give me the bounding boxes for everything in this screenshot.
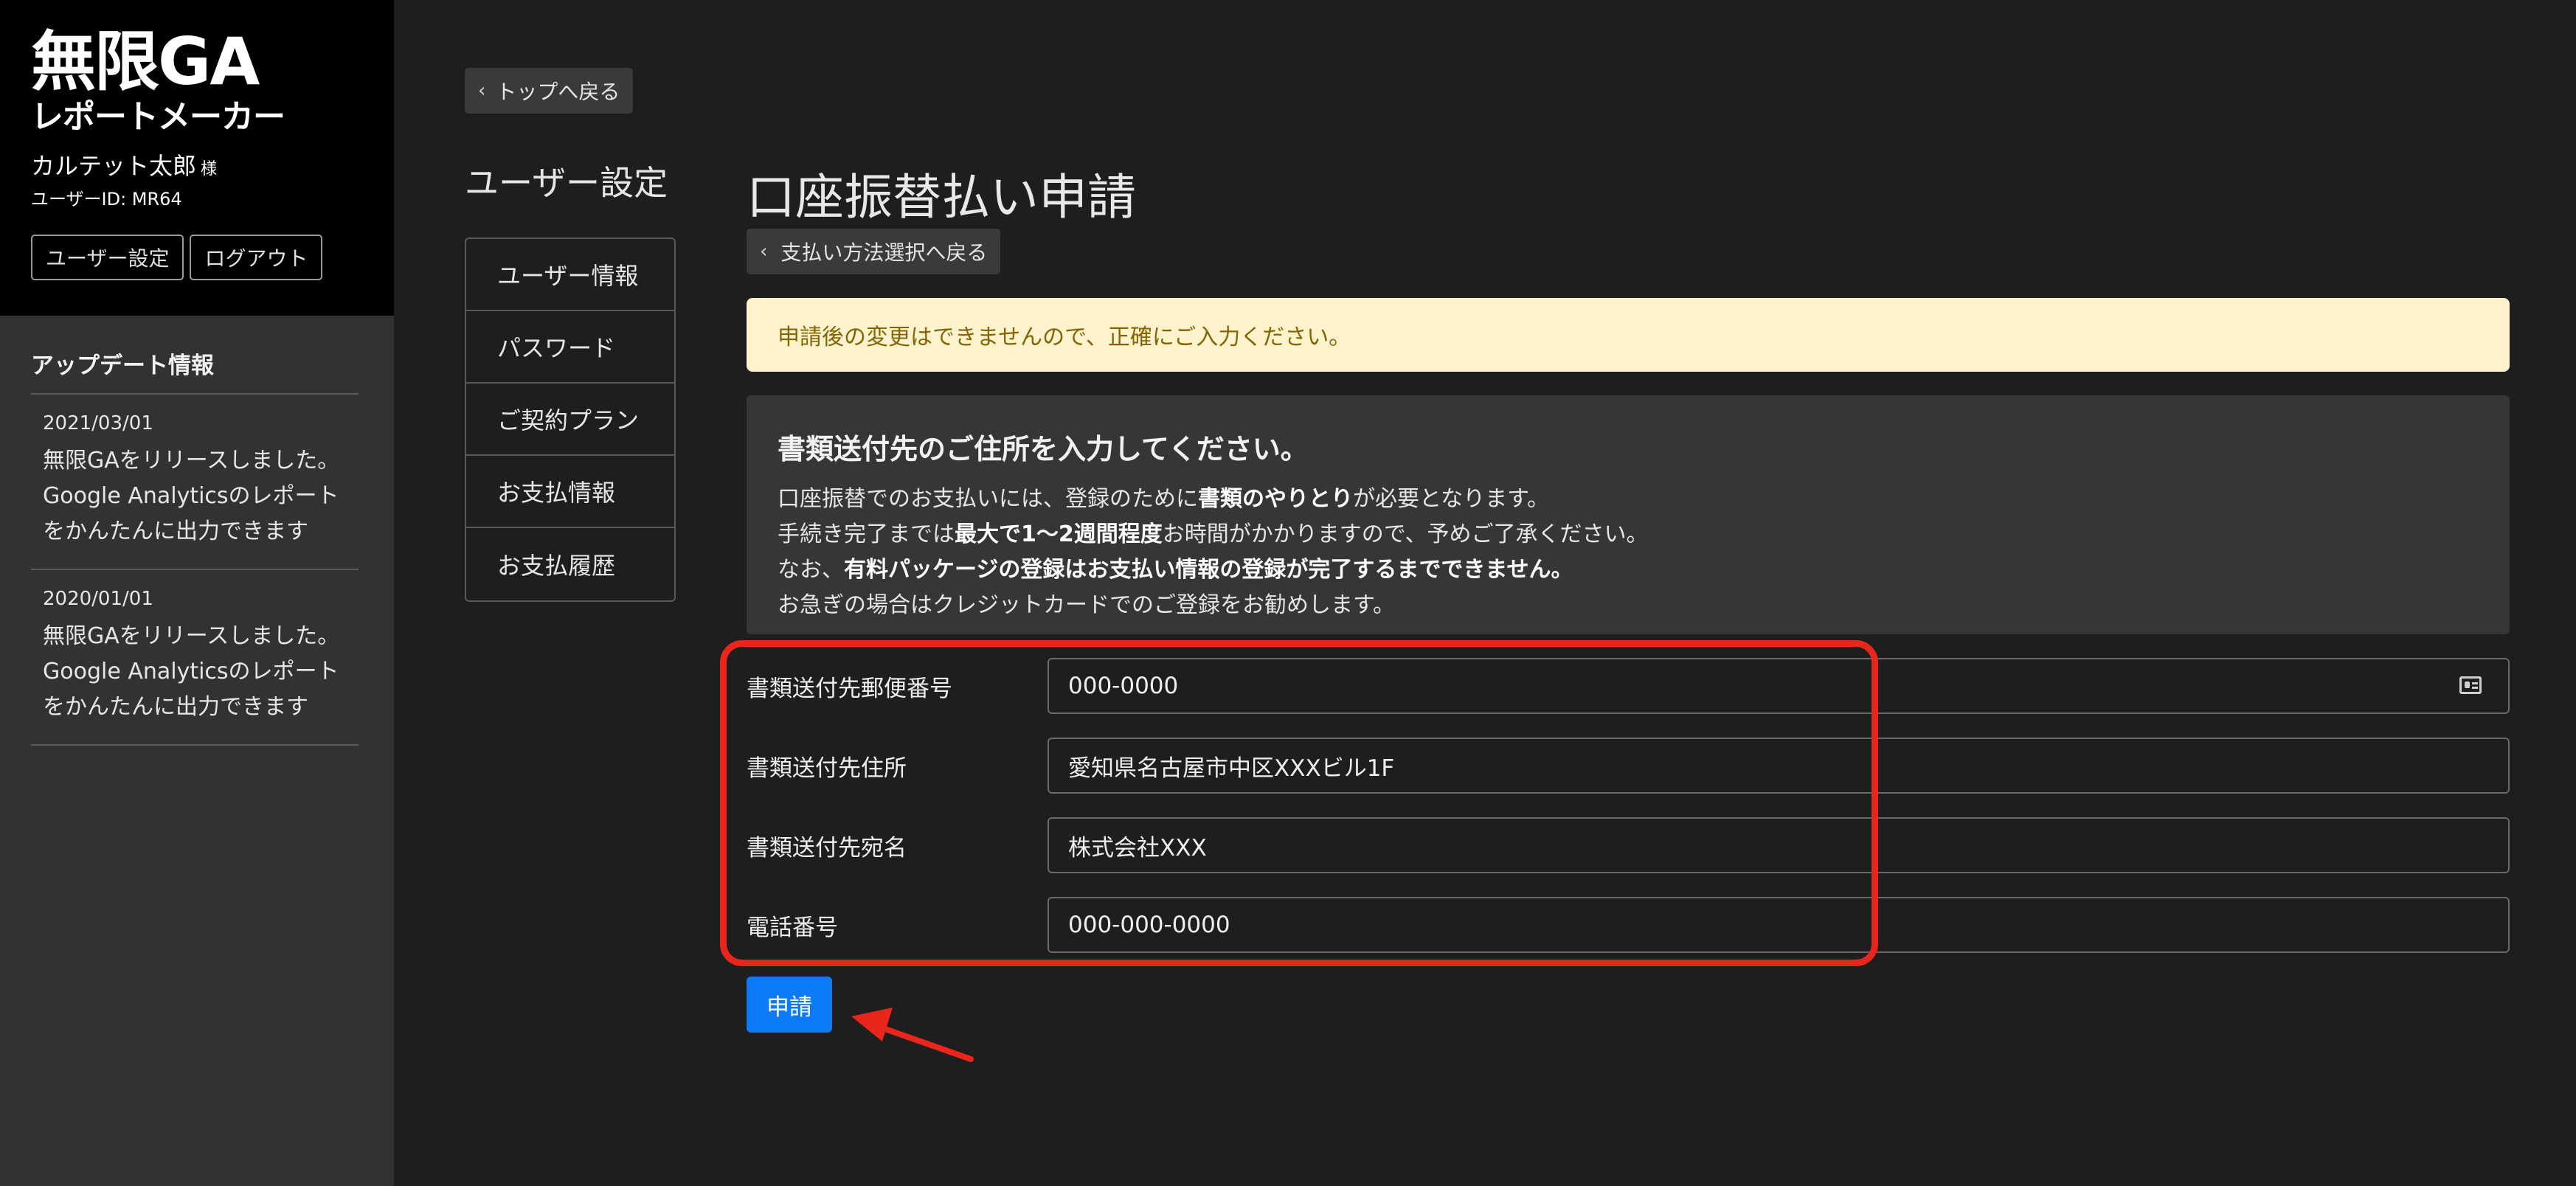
chevron-left-icon: ‹	[760, 240, 768, 263]
user-honorific: 様	[201, 160, 218, 178]
recipient-row: 書類送付先宛名	[747, 817, 2510, 873]
info-line: お急ぎの場合はクレジットカードでのご登録をお勧めします。	[778, 592, 1395, 618]
info-text: なお、	[778, 557, 844, 583]
address-row: 書類送付先住所	[747, 738, 2510, 794]
nav-item-payment-info[interactable]: お支払情報	[466, 456, 674, 528]
recipient-input[interactable]	[1048, 817, 2510, 873]
settings-nav: ユーザー情報 パスワード ご契約プラン お支払情報 お支払履歴	[465, 237, 676, 602]
sidebar: 無限GA レポートメーカー カルテット太郎様 ユーザーID: MR64 ユーザー…	[0, 0, 394, 1186]
page-title: 口座振替払い申請	[747, 169, 1136, 226]
logo[interactable]: 無限GA レポートメーカー	[31, 27, 285, 137]
nav-item-password[interactable]: パスワード	[466, 311, 674, 384]
info-emphasis: 最大で1〜2週間程度	[955, 521, 1163, 547]
postal-code-input[interactable]	[1048, 658, 2510, 714]
account-actions: ユーザー設定 ログアウト	[31, 235, 323, 280]
update-text: 無限GAをリリースしました。Google Analyticsのレポートをかんたん…	[43, 623, 340, 720]
user-settings-button[interactable]: ユーザー設定	[31, 235, 184, 280]
postal-code-row: 書類送付先郵便番号	[747, 658, 2510, 714]
info-text: 手続き完了までは	[778, 521, 955, 547]
nav-item-plan[interactable]: ご契約プラン	[466, 384, 674, 456]
phone-input[interactable]	[1048, 897, 2510, 953]
logout-button[interactable]: ログアウト	[190, 235, 323, 280]
info-line: 口座振替でのお支払いには、登録のために書類のやりとりが必要となります。	[778, 482, 2479, 517]
nav-item-payment-history[interactable]: お支払履歴	[466, 528, 674, 600]
address-card-icon[interactable]	[2459, 676, 2482, 694]
info-heading: 書類送付先のご住所を入力してください。	[778, 433, 1309, 465]
submit-button[interactable]: 申請	[747, 977, 832, 1033]
phone-row: 電話番号	[747, 897, 2510, 953]
info-text: お時間がかかりますので、予めご了承ください。	[1162, 521, 1649, 547]
warning-alert: 申請後の変更はできませんので、正確にご入力ください。	[747, 298, 2510, 372]
user-name: カルテット太郎様	[31, 148, 217, 181]
info-emphasis: 有料パッケージの登録はお支払い情報の登録が完了するまでできません。	[844, 557, 1573, 583]
logo-subtitle: レポートメーカー	[31, 98, 285, 136]
update-date: 2020/01/01	[43, 588, 153, 610]
nav-item-user-info[interactable]: ユーザー情報	[466, 239, 674, 311]
phone-label: 電話番号	[747, 914, 838, 941]
info-emphasis: 書類のやりとり	[1198, 486, 1353, 512]
update-item: 2021/03/01 無限GAをリリースしました。Google Analytic…	[31, 395, 359, 570]
user-name-text: カルテット太郎	[31, 152, 197, 180]
recipient-label: 書類送付先宛名	[747, 834, 907, 861]
update-text: 無限GAをリリースしました。Google Analyticsのレポートをかんたん…	[43, 448, 340, 544]
chevron-left-icon: ‹	[478, 80, 486, 102]
sidebar-header: 無限GA レポートメーカー カルテット太郎様 ユーザーID: MR64 ユーザー…	[0, 0, 394, 316]
update-item: 2020/01/01 無限GAをリリースしました。Google Analytic…	[31, 570, 359, 746]
back-to-payment-method-label: 支払い方法選択へ戻る	[780, 240, 988, 265]
info-line: 手続き完了までは最大で1〜2週間程度お時間がかかりますので、予めご了承ください。	[778, 517, 2479, 552]
user-id: ユーザーID: MR64	[31, 189, 182, 209]
info-text: 口座振替でのお支払いには、登録のために	[778, 486, 1198, 512]
update-date: 2021/03/01	[43, 412, 153, 434]
back-to-top-button[interactable]: ‹ トップへ戻る	[465, 68, 634, 114]
back-to-top-label: トップへ戻る	[496, 80, 620, 104]
info-box: 書類送付先のご住所を入力してください。 口座振替でのお支払いには、登録のために書…	[747, 395, 2510, 634]
postal-code-label: 書類送付先郵便番号	[747, 675, 952, 702]
address-input[interactable]	[1048, 738, 2510, 794]
info-text: が必要となります。	[1353, 486, 1550, 512]
updates-title: アップデート情報	[31, 347, 359, 395]
annotation-arrow-icon	[851, 1008, 974, 1062]
info-line: なお、有料パッケージの登録はお支払い情報の登録が完了するまでできません。	[778, 552, 2479, 588]
settings-title: ユーザー設定	[465, 163, 668, 203]
address-label: 書類送付先住所	[747, 755, 907, 782]
logo-title: 無限GA	[31, 24, 260, 100]
back-to-payment-method-button[interactable]: ‹ 支払い方法選択へ戻る	[747, 229, 1001, 274]
updates-panel: アップデート情報 2021/03/01 無限GAをリリースしました。Google…	[31, 347, 359, 746]
